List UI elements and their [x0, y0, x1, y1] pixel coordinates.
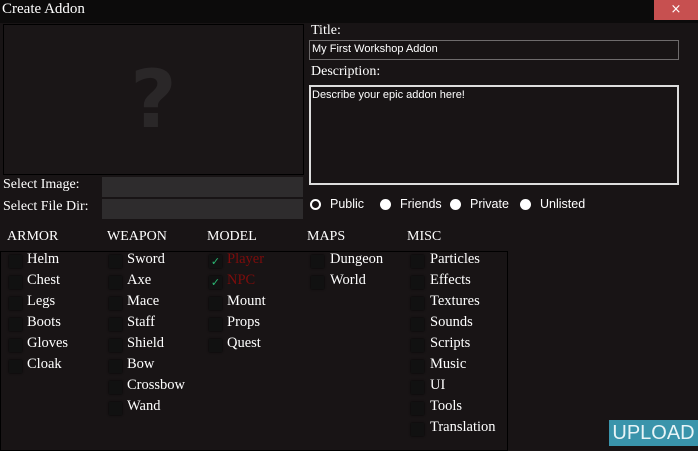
radio-label: Friends: [400, 197, 442, 211]
radio-friends[interactable]: Friends: [380, 197, 442, 211]
category-header-misc: MISC: [407, 229, 442, 244]
checkbox-label[interactable]: Crossbow: [127, 377, 185, 394]
checkbox-gloves[interactable]: [9, 339, 22, 352]
radio-icon: [380, 198, 391, 210]
radio-label: Public: [330, 197, 365, 211]
checkbox-label[interactable]: UI: [430, 377, 445, 394]
checkbox-tools[interactable]: [411, 402, 424, 415]
checkbox-label[interactable]: Staff: [127, 314, 155, 331]
radio-icon: [450, 198, 461, 210]
category-header-armor: ARMOR: [7, 229, 59, 244]
checkbox-chest[interactable]: [9, 276, 22, 289]
checkbox-label[interactable]: Chest: [27, 272, 60, 289]
select-image-input[interactable]: [102, 177, 303, 197]
checkbox-label[interactable]: Wand: [127, 398, 160, 415]
checkbox-sounds[interactable]: [411, 318, 424, 331]
checkbox-label[interactable]: Quest: [227, 335, 261, 352]
checkbox-label[interactable]: Mount: [227, 293, 266, 310]
checkbox-music[interactable]: [411, 360, 424, 373]
checkbox-world[interactable]: [311, 276, 324, 289]
description-textarea[interactable]: Describe your epic addon here!: [309, 85, 679, 185]
upload-button[interactable]: UPLOAD: [609, 420, 698, 446]
checkbox-effects[interactable]: [411, 276, 424, 289]
checkbox-label[interactable]: Sounds: [430, 314, 473, 331]
title-label: Title:: [311, 23, 341, 38]
checkbox-label[interactable]: Props: [227, 314, 260, 331]
radio-unlisted[interactable]: Unlisted: [520, 197, 585, 211]
checkbox-label[interactable]: Helm: [27, 251, 59, 268]
checkbox-label[interactable]: Effects: [430, 272, 471, 289]
window-title: Create Addon: [2, 1, 85, 17]
select-file-dir-input[interactable]: [102, 199, 303, 219]
radio-label: Unlisted: [540, 197, 586, 211]
checkbox-bow[interactable]: [109, 360, 122, 373]
checkbox-cloak[interactable]: [9, 360, 22, 373]
checkbox-label[interactable]: Legs: [27, 293, 55, 310]
checkbox-wand[interactable]: [109, 402, 122, 415]
title-input[interactable]: My First Workshop Addon: [309, 40, 679, 60]
checkmark-icon: ✓: [210, 276, 221, 289]
question-mark-icon: ?: [130, 53, 177, 146]
checkbox-label[interactable]: Mace: [127, 293, 159, 310]
checkmark-icon: ✓: [210, 255, 221, 268]
radio-private[interactable]: Private: [450, 197, 509, 211]
checkbox-player[interactable]: ✓: [209, 255, 222, 268]
close-button[interactable]: ×: [654, 0, 698, 20]
checkbox-ui[interactable]: [411, 381, 424, 394]
checkbox-staff[interactable]: [109, 318, 122, 331]
checkbox-label[interactable]: Scripts: [430, 335, 470, 352]
checkbox-label[interactable]: Textures: [430, 293, 480, 310]
checkbox-boots[interactable]: [9, 318, 22, 331]
category-header-weapon: WEAPON: [107, 229, 167, 244]
checkbox-label[interactable]: NPC: [227, 272, 255, 289]
checkbox-quest[interactable]: [209, 339, 222, 352]
select-file-dir-label: Select File Dir:: [3, 199, 89, 214]
checkbox-translation[interactable]: [411, 423, 424, 436]
checkbox-label[interactable]: Gloves: [27, 335, 68, 352]
radio-selected-icon: [310, 198, 321, 210]
checkbox-legs[interactable]: [9, 297, 22, 310]
checkbox-axe[interactable]: [109, 276, 122, 289]
checkbox-dungeon[interactable]: [311, 255, 324, 268]
checkbox-label[interactable]: Boots: [27, 314, 61, 331]
checkbox-mount[interactable]: [209, 297, 222, 310]
category-header-maps: MAPS: [307, 229, 346, 244]
checkbox-label[interactable]: Shield: [127, 335, 164, 352]
category-header-model: MODEL: [207, 229, 257, 244]
checkbox-label[interactable]: Player: [227, 251, 264, 268]
checkbox-props[interactable]: [209, 318, 222, 331]
checkbox-label[interactable]: Bow: [127, 356, 154, 373]
checkbox-label[interactable]: Music: [430, 356, 466, 373]
checkbox-label[interactable]: Tools: [430, 398, 462, 415]
radio-label: Private: [470, 197, 509, 211]
checkbox-label[interactable]: Translation: [430, 419, 496, 436]
checkbox-label[interactable]: Axe: [127, 272, 151, 289]
checkbox-particles[interactable]: [411, 255, 424, 268]
checkbox-helm[interactable]: [9, 255, 22, 268]
checkbox-label[interactable]: Sword: [127, 251, 165, 268]
radio-icon: [520, 198, 531, 210]
image-preview[interactable]: ?: [3, 24, 304, 175]
checkbox-label[interactable]: Cloak: [27, 356, 62, 373]
checkbox-textures[interactable]: [411, 297, 424, 310]
checkbox-label[interactable]: World: [330, 272, 366, 289]
checkbox-npc[interactable]: ✓: [209, 276, 222, 289]
select-image-label: Select Image:: [3, 177, 80, 192]
checkbox-mace[interactable]: [109, 297, 122, 310]
title-bar: [0, 0, 698, 23]
checkbox-crossbow[interactable]: [109, 381, 122, 394]
checkbox-shield[interactable]: [109, 339, 122, 352]
checkbox-label[interactable]: Dungeon: [330, 251, 383, 268]
checkbox-label[interactable]: Particles: [430, 251, 480, 268]
checkbox-sword[interactable]: [109, 255, 122, 268]
description-label: Description:: [311, 64, 381, 79]
radio-public[interactable]: Public: [310, 197, 364, 211]
checkbox-scripts[interactable]: [411, 339, 424, 352]
